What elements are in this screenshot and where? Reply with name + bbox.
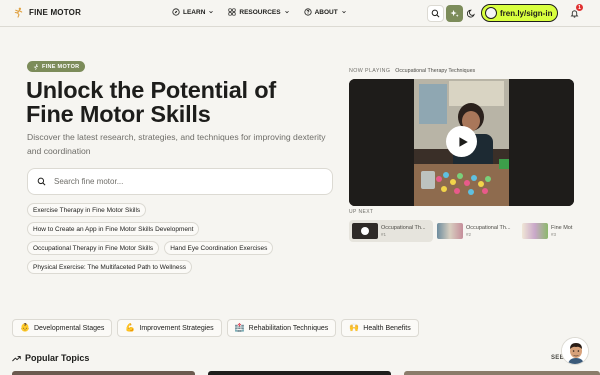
up-next-list: Occupational Th... #1 Occupational Th...… (349, 220, 600, 242)
assistant-avatar-button[interactable] (561, 337, 589, 365)
video-player[interactable] (349, 79, 574, 206)
nav-learn-label: LEARN (183, 8, 206, 16)
nav-learn[interactable]: LEARN (172, 8, 214, 16)
top-navbar: FINE MOTOR LEARN RESOURCES ABOUT fren.ly… (0, 0, 600, 27)
now-playing-label: NOW PLAYING (349, 68, 391, 74)
suggestion-chip[interactable]: How to Create an App in Fine Motor Skill… (27, 222, 200, 236)
sparkles-icon (450, 9, 459, 18)
now-playing-title: Occupational Therapy Techniques (395, 68, 476, 74)
up-next-number: #1 (381, 232, 387, 237)
up-next-label: UP NEXT (349, 209, 374, 215)
search-input[interactable] (54, 177, 304, 186)
up-next-title: Fine Mot (551, 225, 573, 231)
category-improvement-strategies[interactable]: 💪 Improvement Strategies (117, 319, 222, 337)
category-label: Developmental Stages (33, 324, 105, 332)
up-next-item[interactable]: Occupational Th... #2 (434, 220, 518, 242)
category-label: Health Benefits (363, 324, 411, 332)
up-next-number: #2 (466, 232, 472, 237)
running-figure-icon (14, 7, 23, 18)
popular-topics-title: Popular Topics (25, 353, 90, 363)
video-thumbnail (522, 223, 548, 239)
suggested-searches: Exercise Therapy in Fine Motor Skills Ho… (27, 203, 317, 274)
video-thumbnail (352, 223, 378, 239)
category-badge: FINE MOTOR (27, 61, 86, 72)
running-figure-icon (33, 63, 39, 70)
header-search-button[interactable] (427, 5, 444, 22)
category-label: Rehabilitation Techniques (248, 324, 329, 332)
moon-icon (467, 9, 475, 18)
up-next-number: #3 (551, 232, 557, 237)
up-next-title: Occupational Th... (466, 225, 511, 231)
up-next-title: Occupational Th... (381, 225, 426, 231)
popular-topics-cards (12, 371, 600, 375)
topic-card[interactable] (12, 371, 195, 375)
up-next-item[interactable]: Occupational Th... #1 (349, 220, 433, 242)
category-developmental-stages[interactable]: 👶 Developmental Stages (12, 319, 113, 337)
chevron-down-icon (284, 10, 289, 14)
nav-about-label: ABOUT (314, 8, 338, 16)
hero-title: Unlock the Potential of Fine Motor Skill… (26, 77, 276, 127)
now-playing-caption: NOW PLAYING Occupational Therapy Techniq… (349, 68, 475, 74)
flexed-arm-icon: 💪 (125, 323, 136, 332)
category-label: Improvement Strategies (139, 324, 214, 332)
play-button[interactable] (446, 126, 477, 157)
assistant-avatar-icon (562, 338, 588, 364)
nav-about[interactable]: ABOUT (303, 8, 347, 16)
category-pills: 👶 Developmental Stages 💪 Improvement Str… (12, 319, 419, 337)
play-icon (458, 136, 468, 147)
help-circle-icon (303, 8, 312, 16)
chevron-down-icon (209, 10, 214, 14)
category-rehabilitation-techniques[interactable]: 🏥 Rehabilitation Techniques (226, 319, 337, 337)
brand-name: FINE MOTOR (29, 8, 82, 17)
suggestion-chip[interactable]: Physical Exercise: The Multifaceted Path… (27, 260, 192, 274)
notification-count-badge: 1 (576, 4, 583, 11)
category-health-benefits[interactable]: 🙌 Health Benefits (341, 319, 419, 337)
theme-toggle-button[interactable] (463, 5, 480, 22)
nav-resources[interactable]: RESOURCES (228, 8, 289, 16)
hero-subtitle: Discover the latest research, strategies… (27, 132, 326, 156)
up-next-item[interactable]: Fine Mot #3 (519, 220, 600, 242)
topic-search-bar[interactable] (27, 168, 333, 195)
search-icon (431, 9, 440, 18)
brand-logo-link[interactable]: FINE MOTOR (13, 7, 81, 18)
topic-card[interactable] (404, 371, 600, 375)
popular-topics-heading: Popular Topics (12, 353, 89, 363)
trending-up-icon (12, 355, 21, 361)
chevron-down-icon (341, 10, 346, 14)
hospital-icon: 🏥 (234, 323, 245, 332)
search-icon (37, 177, 46, 186)
video-thumbnail (437, 223, 463, 239)
grid-icon (228, 8, 236, 16)
main-nav: LEARN RESOURCES ABOUT (172, 8, 347, 16)
sign-in-label: fren.ly/sign-in (500, 8, 553, 18)
ai-spark-button[interactable] (446, 5, 463, 22)
baby-icon: 👶 (20, 323, 30, 332)
raising-hands-icon: 🙌 (349, 323, 360, 332)
suggestion-chip[interactable]: Exercise Therapy in Fine Motor Skills (27, 203, 147, 217)
topic-card[interactable] (208, 371, 391, 375)
compass-icon (172, 8, 180, 16)
category-badge-label: FINE MOTOR (42, 63, 80, 70)
avatar-icon (485, 7, 497, 19)
suggestion-chip[interactable]: Hand Eye Coordination Exercises (164, 241, 274, 255)
nav-resources-label: RESOURCES (239, 8, 281, 16)
suggestion-chip[interactable]: Occupational Therapy in Fine Motor Skill… (27, 241, 160, 255)
sign-in-button[interactable]: fren.ly/sign-in (481, 4, 558, 22)
